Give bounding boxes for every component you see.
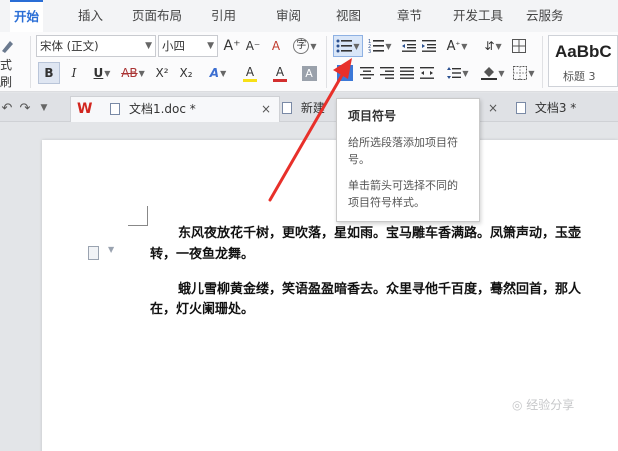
annotation-arrow-icon [268,58,352,202]
